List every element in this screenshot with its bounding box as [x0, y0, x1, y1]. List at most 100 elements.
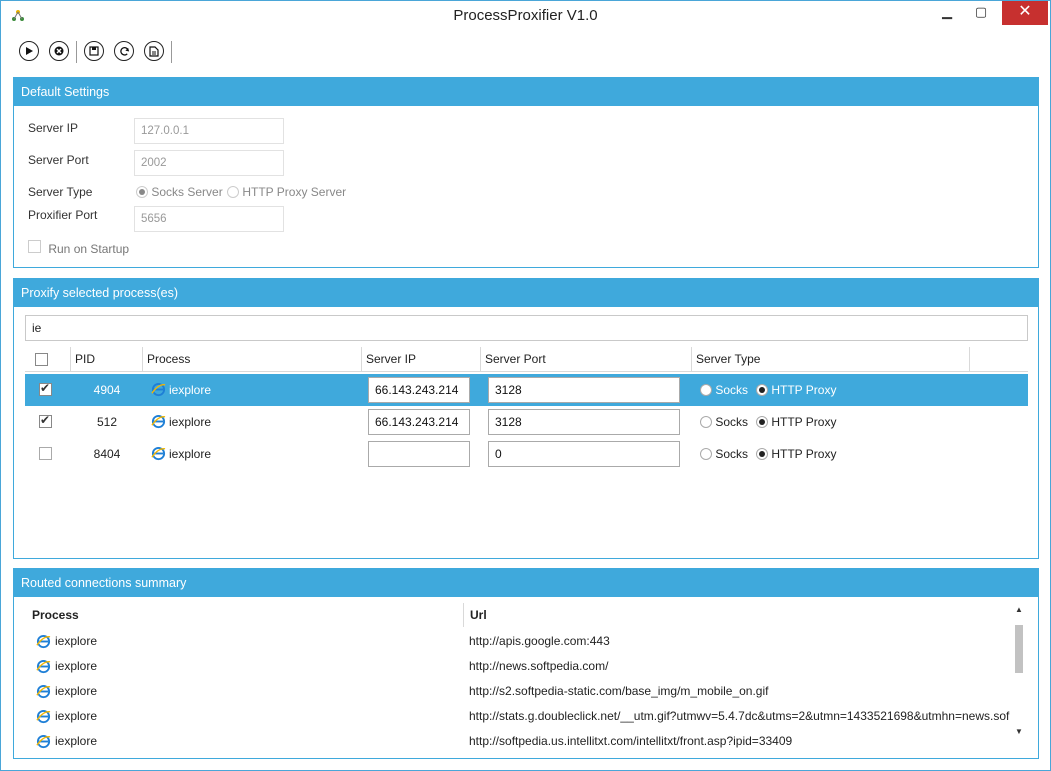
stop-icon: [54, 46, 64, 56]
process-search-input[interactable]: ie: [25, 315, 1028, 341]
server-ip-input[interactable]: [368, 441, 470, 467]
socks-option[interactable]: Socks: [700, 438, 748, 470]
process-cell: iexplore: [151, 438, 211, 470]
routed-connections-panel: Routed connections summary Process Url i…: [13, 568, 1039, 759]
column-pid[interactable]: PID: [71, 347, 143, 372]
app-window: ProcessProxifier V1.0 ▁ ▢ ✕ Default Sett…: [0, 0, 1051, 771]
column-server-port[interactable]: Server Port: [481, 347, 692, 372]
internet-explorer-icon: [36, 734, 51, 749]
column-server-type[interactable]: Server Type: [692, 347, 970, 372]
process-name: iexplore: [55, 634, 98, 648]
internet-explorer-icon: [151, 414, 166, 429]
table-row[interactable]: 4904 iexplore 66.143.243.214 3128 Socks …: [25, 374, 1028, 406]
socks-radio[interactable]: [700, 384, 712, 396]
vertical-scrollbar[interactable]: ▲ ▼: [1012, 605, 1026, 755]
proxifier-port-field[interactable]: 5656: [134, 206, 284, 232]
scroll-up-icon[interactable]: ▲: [1012, 605, 1026, 614]
list-item[interactable]: iexplore http://s2.softpedia-static.com/…: [26, 679, 1016, 704]
toolbar-separator: [76, 41, 77, 63]
http-proxy-option[interactable]: HTTP Proxy: [756, 406, 836, 438]
pid-cell: 4904: [93, 383, 121, 397]
http-proxy-radio[interactable]: [756, 416, 768, 428]
server-ip-input[interactable]: 66.143.243.214: [368, 409, 470, 435]
column-server-ip[interactable]: Server IP: [362, 347, 481, 372]
title-bar[interactable]: ProcessProxifier V1.0 ▁ ▢ ✕: [1, 1, 1050, 33]
row-checkbox[interactable]: [39, 413, 52, 428]
proxify-panel: Proxify selected process(es) ie PID Proc…: [13, 278, 1039, 559]
toolbar: [13, 37, 1043, 67]
socks-label: Socks: [715, 415, 749, 429]
window-title: ProcessProxifier V1.0: [453, 7, 598, 24]
scroll-down-icon[interactable]: ▼: [1012, 727, 1026, 736]
minimize-button[interactable]: ▁: [932, 1, 962, 25]
http-proxy-server-label: HTTP Proxy Server: [242, 185, 347, 199]
maximize-button[interactable]: ▢: [966, 1, 996, 25]
routed-grid-header: Process Url: [26, 603, 1028, 627]
select-all-checkbox[interactable]: [35, 353, 48, 366]
process-grid: PID Process Server IP Server Port Server…: [25, 347, 1028, 470]
socks-label: Socks: [715, 383, 749, 397]
table-row[interactable]: 8404 iexplore 0 Socks HTTP Proxy: [25, 438, 1028, 470]
url-text: http://softpedia.us.intellitxt.com/intel…: [469, 734, 793, 748]
server-port-field[interactable]: 2002: [134, 150, 284, 176]
http-proxy-radio[interactable]: [756, 384, 768, 396]
process-cell: iexplore: [151, 406, 211, 438]
close-button[interactable]: ✕: [1002, 1, 1048, 25]
start-button[interactable]: [19, 41, 39, 61]
play-icon: [26, 47, 33, 55]
server-port-input[interactable]: 3128: [488, 409, 680, 435]
internet-explorer-icon: [36, 659, 51, 674]
process-cell: iexplore: [151, 374, 211, 406]
http-proxy-option[interactable]: HTTP Proxy: [756, 374, 836, 406]
column-process[interactable]: Process: [26, 603, 464, 627]
save-button[interactable]: [84, 41, 104, 61]
list-item[interactable]: iexplore http://stats.g.doubleclick.net/…: [26, 704, 1016, 729]
http-proxy-option[interactable]: HTTP Proxy: [756, 438, 836, 470]
table-row[interactable]: 512 iexplore 66.143.243.214 3128 Socks H…: [25, 406, 1028, 438]
socks-option[interactable]: Socks: [700, 406, 748, 438]
process-name: iexplore: [55, 709, 98, 723]
internet-explorer-icon: [151, 446, 166, 461]
process-name: iexplore: [169, 415, 212, 429]
refresh-button[interactable]: [114, 41, 134, 61]
panel-header: Proxify selected process(es): [14, 279, 1038, 307]
socks-option[interactable]: Socks: [700, 374, 748, 406]
socks-server-radio[interactable]: [136, 186, 148, 198]
list-item[interactable]: iexplore http://news.softpedia.com/: [26, 654, 1016, 679]
default-settings-panel: Default Settings Server IP 127.0.0.1 Ser…: [13, 77, 1039, 268]
stop-button[interactable]: [49, 41, 69, 61]
row-checkbox[interactable]: [39, 447, 52, 460]
http-proxy-server-radio[interactable]: [227, 186, 239, 198]
socks-label: Socks: [715, 447, 749, 461]
http-proxy-server-option[interactable]: HTTP Proxy Server: [227, 185, 346, 199]
server-port-input[interactable]: 0: [488, 441, 680, 467]
socks-server-label: Socks Server: [151, 185, 223, 199]
url-text: http://news.softpedia.com/: [469, 659, 609, 673]
list-item[interactable]: iexplore http://apis.google.com:443: [26, 629, 1016, 654]
server-port-input[interactable]: 3128: [488, 377, 680, 403]
process-name: iexplore: [169, 383, 212, 397]
scroll-thumb[interactable]: [1015, 625, 1023, 673]
server-port-label: Server Port: [28, 153, 89, 167]
internet-explorer-icon: [36, 634, 51, 649]
pid-cell: 8404: [93, 447, 121, 461]
server-ip-input[interactable]: 66.143.243.214: [368, 377, 470, 403]
column-process[interactable]: Process: [143, 347, 362, 372]
list-item[interactable]: iexplore http://softpedia.us.intellitxt.…: [26, 729, 1016, 754]
socks-radio[interactable]: [700, 448, 712, 460]
server-type-label: Server Type: [28, 185, 93, 199]
server-ip-label: Server IP: [28, 121, 79, 135]
column-url[interactable]: Url: [464, 603, 1014, 627]
http-proxy-radio[interactable]: [756, 448, 768, 460]
refresh-icon: [119, 46, 129, 56]
run-on-startup-option[interactable]: Run on Startup: [28, 240, 129, 256]
row-checkbox[interactable]: [39, 381, 52, 396]
internet-explorer-icon: [36, 709, 51, 724]
export-button[interactable]: [144, 41, 164, 61]
url-text: http://stats.g.doubleclick.net/__utm.gif…: [469, 709, 1010, 723]
socks-radio[interactable]: [700, 416, 712, 428]
run-on-startup-checkbox[interactable]: [28, 240, 41, 253]
toolbar-separator: [171, 41, 172, 63]
socks-server-option[interactable]: Socks Server: [136, 185, 223, 199]
server-ip-field[interactable]: 127.0.0.1: [134, 118, 284, 144]
